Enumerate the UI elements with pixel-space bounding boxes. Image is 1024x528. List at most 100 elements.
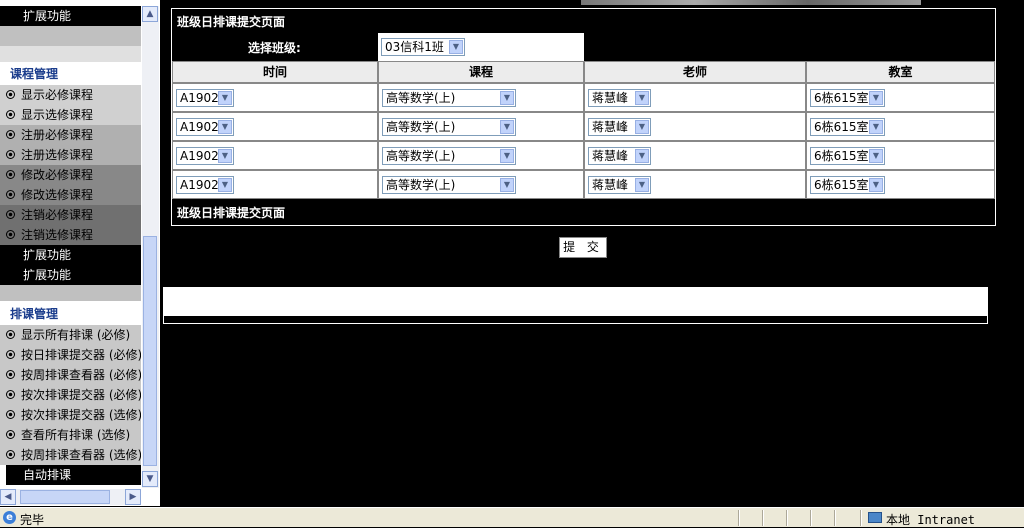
teacher-select[interactable]: 蒋慧峰 ▼ (588, 176, 651, 194)
radio-bullet-icon (6, 130, 15, 139)
course-select[interactable]: 高等数学(上) ▼ (382, 176, 516, 194)
ie-page-icon: e (3, 511, 16, 524)
teacher-cell: 蒋慧峰 ▼ (584, 170, 806, 199)
time-cell: A1902 ▼ (172, 170, 378, 199)
sidebar-item-show-all-schedules-required[interactable]: 显示所有排课 (必修) (0, 325, 141, 345)
sidebar-item-show-elective[interactable]: 显示选修课程 (0, 105, 141, 125)
sidebar-divider (0, 285, 141, 301)
form-title: 班级日排课提交页面 (177, 15, 286, 29)
course-cell: 高等数学(上) ▼ (378, 83, 584, 112)
sidebar-item-auto-schedule[interactable]: 自动排课 (6, 465, 141, 485)
radio-bullet-icon (6, 230, 15, 239)
chevron-down-icon: ▼ (635, 149, 649, 163)
sidebar-item-session-submitter-elective[interactable]: 按次排课提交器 (选修) (0, 405, 141, 425)
section-title-schedule-mgmt: 排课管理 (0, 303, 141, 325)
chevron-down-icon: ▼ (869, 149, 883, 163)
radio-bullet-icon (6, 150, 15, 159)
radio-bullet-icon (6, 350, 15, 359)
room-select[interactable]: 6栋615室 ▼ (810, 89, 885, 107)
chevron-down-icon: ▼ (869, 91, 883, 105)
sidebar-item-cancel-elective[interactable]: 注销选修课程 (0, 225, 141, 245)
teacher-select[interactable]: 蒋慧峰 ▼ (588, 89, 651, 107)
radio-bullet-icon (6, 190, 15, 199)
room-cell: 6栋615室 ▼ (806, 83, 995, 112)
class-select[interactable]: 03信科1班 ▼ (381, 38, 465, 56)
chevron-down-icon: ▼ (449, 40, 463, 54)
chevron-down-icon: ▼ (500, 178, 514, 192)
class-select-label: 选择班级: (248, 41, 301, 55)
sidebar-item-modify-elective[interactable]: 修改选修课程 (0, 185, 141, 205)
radio-bullet-icon (6, 110, 15, 119)
scrollbar-thumb[interactable] (20, 490, 110, 504)
status-divider (810, 510, 812, 526)
status-divider (738, 510, 740, 526)
teacher-cell: 蒋慧峰 ▼ (584, 83, 806, 112)
column-header-room: 教室 (806, 61, 995, 83)
room-cell: 6栋615室 ▼ (806, 112, 995, 141)
course-cell: 高等数学(上) ▼ (378, 141, 584, 170)
scroll-left-icon[interactable]: ◀ (0, 489, 16, 505)
room-select[interactable]: 6栋615室 ▼ (810, 147, 885, 165)
sidebar-item-show-required[interactable]: 显示必修课程 (0, 85, 141, 105)
status-divider (860, 510, 862, 526)
chevron-down-icon: ▼ (218, 178, 232, 192)
time-select[interactable]: A1902 ▼ (176, 147, 234, 165)
column-header-time: 时间 (172, 61, 378, 83)
class-select-cell: 03信科1班 ▼ (378, 33, 584, 61)
status-divider (762, 510, 764, 526)
radio-bullet-icon (6, 330, 15, 339)
status-divider (786, 510, 788, 526)
sidebar-item-extend-2[interactable]: 扩展功能 (0, 265, 141, 285)
chevron-down-icon: ▼ (218, 149, 232, 163)
time-select[interactable]: A1902 ▼ (176, 89, 234, 107)
scroll-right-icon[interactable]: ▶ (125, 489, 141, 505)
sidebar-item-weekly-viewer-required[interactable]: 按周排课查看器 (必修) (0, 365, 141, 385)
room-select[interactable]: 6栋615室 ▼ (810, 176, 885, 194)
chevron-down-icon: ▼ (500, 149, 514, 163)
sidebar-divider (0, 46, 141, 62)
status-bar: e 完毕 本地 Intranet (0, 507, 1024, 527)
time-cell: A1902 ▼ (172, 112, 378, 141)
radio-bullet-icon (6, 90, 15, 99)
sidebar-item-extend-1[interactable]: 扩展功能 (0, 245, 141, 265)
sidebar-item-cancel-required[interactable]: 注销必修课程 (0, 205, 141, 225)
chevron-down-icon: ▼ (869, 120, 883, 134)
scroll-down-icon[interactable]: ▼ (142, 471, 158, 487)
submit-button[interactable]: 提 交 (559, 237, 607, 258)
course-select[interactable]: 高等数学(上) ▼ (382, 89, 516, 107)
form-footer-title: 班级日排课提交页面 (177, 206, 286, 220)
left-nav-frame: 扩展功能 课程管理 显示必修课程 显示选修课程 注册必修课程 注册选修课程 修改… (0, 0, 160, 506)
room-cell: 6栋615室 ▼ (806, 141, 995, 170)
sidebar-vertical-scrollbar[interactable]: ▲ ▼ (142, 6, 159, 488)
scroll-up-icon[interactable]: ▲ (142, 6, 158, 22)
column-header-course: 课程 (378, 61, 584, 83)
time-select[interactable]: A1902 ▼ (176, 176, 234, 194)
sidebar-item-extend-top[interactable]: 扩展功能 (0, 6, 141, 26)
sidebar-item-daily-submitter-required[interactable]: 按日排课提交器 (必修) (0, 345, 141, 365)
time-select[interactable]: A1902 ▼ (176, 118, 234, 136)
chevron-down-icon: ▼ (869, 178, 883, 192)
banner-image (581, 0, 921, 5)
room-select[interactable]: 6栋615室 ▼ (810, 118, 885, 136)
teacher-cell: 蒋慧峰 ▼ (584, 112, 806, 141)
sidebar-horizontal-scrollbar[interactable]: ◀ ▶ (0, 489, 141, 505)
column-header-teacher: 老师 (584, 61, 806, 83)
scrollbar-thumb[interactable] (143, 236, 157, 466)
sidebar-item-weekly-viewer-elective[interactable]: 按周排课查看器 (选修) (0, 445, 141, 465)
teacher-select[interactable]: 蒋慧峰 ▼ (588, 118, 651, 136)
radio-bullet-icon (6, 430, 15, 439)
teacher-select[interactable]: 蒋慧峰 ▼ (588, 147, 651, 165)
course-select[interactable]: 高等数学(上) ▼ (382, 118, 516, 136)
intranet-zone-icon (868, 512, 882, 523)
sidebar-item-register-elective[interactable]: 注册选修课程 (0, 145, 141, 165)
section-title-course-mgmt: 课程管理 (0, 63, 141, 85)
sidebar-item-show-all-schedules-elective[interactable]: 查看所有排课 (选修) (0, 425, 141, 445)
sidebar-item-session-submitter-required[interactable]: 按次排课提交器 (必修) (0, 385, 141, 405)
sidebar: 扩展功能 课程管理 显示必修课程 显示选修课程 注册必修课程 注册选修课程 修改… (0, 0, 141, 487)
course-select[interactable]: 高等数学(上) ▼ (382, 147, 516, 165)
radio-bullet-icon (6, 210, 15, 219)
sidebar-item-modify-required[interactable]: 修改必修课程 (0, 165, 141, 185)
course-cell: 高等数学(上) ▼ (378, 170, 584, 199)
sidebar-divider (0, 26, 141, 46)
sidebar-item-register-required[interactable]: 注册必修课程 (0, 125, 141, 145)
